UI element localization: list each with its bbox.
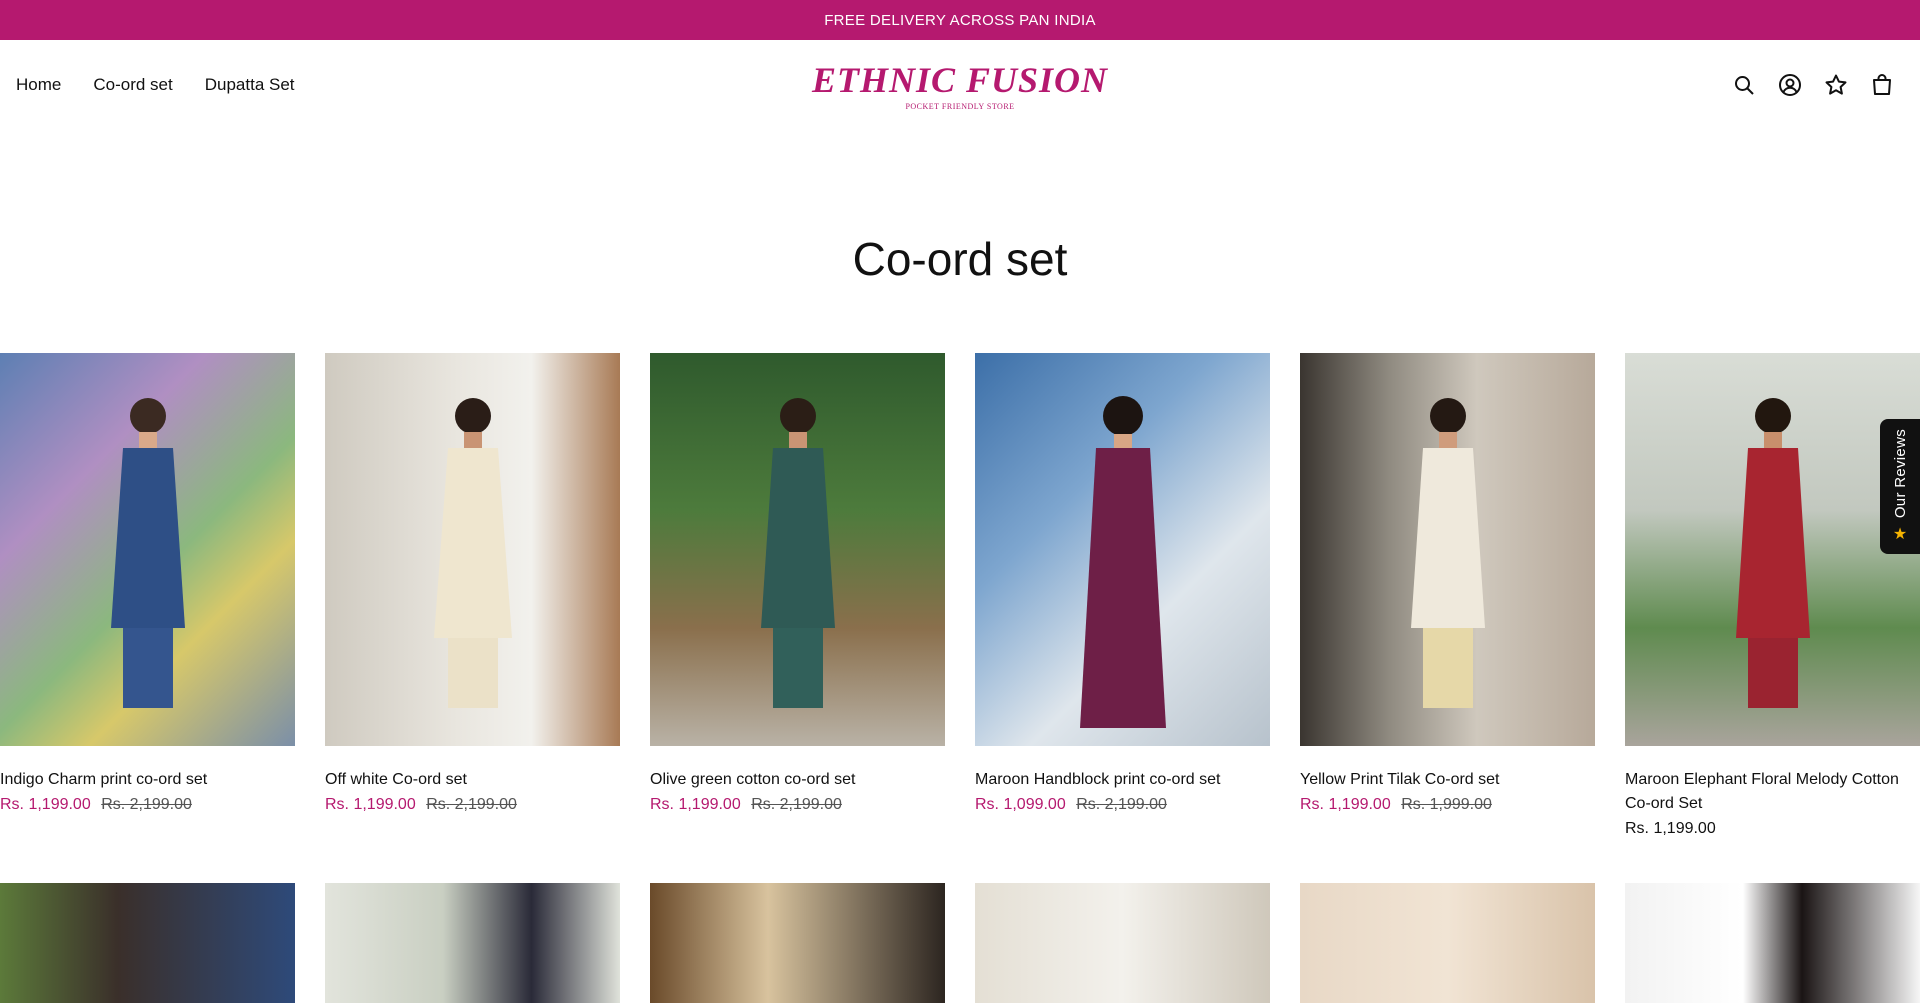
product-title[interactable]: Maroon Handblock print co-ord set	[975, 768, 1270, 792]
product-grid: Indigo Charm print co-ord set Rs. 1,199.…	[0, 353, 1920, 838]
product-card[interactable]: Maroon Handblock print co-ord set Rs. 1,…	[975, 353, 1270, 838]
product-prices: Rs. 1,099.00 Rs. 2,199.00	[975, 796, 1270, 814]
product-image[interactable]	[975, 353, 1270, 746]
reviews-tab[interactable]: Our Reviews ★	[1880, 419, 1920, 554]
compare-price: Rs. 2,199.00	[751, 796, 842, 813]
compare-price: Rs. 1,999.00	[1401, 796, 1492, 813]
site-logo[interactable]: ETHNIC FUSION POCKET FRIENDLY STORE	[812, 62, 1108, 111]
reviews-tab-label: Our Reviews	[1891, 428, 1909, 519]
cart-bag-icon[interactable]	[1870, 73, 1894, 97]
product-prices: Rs. 1,199.00 Rs. 2,199.00	[0, 796, 295, 814]
product-prices: Rs. 1,199.00 Rs. 1,999.00	[1300, 796, 1595, 814]
product-image[interactable]	[325, 883, 620, 1003]
product-card[interactable]: Indigo Charm print co-ord set Rs. 1,199.…	[0, 353, 295, 838]
nav-dupatta-set[interactable]: Dupatta Set	[205, 75, 295, 95]
product-card[interactable]: Off white Co-ord set Rs. 1,199.00 Rs. 2,…	[325, 353, 620, 838]
header-icons	[1732, 40, 1894, 130]
regular-price: Rs. 1,199.00	[1625, 820, 1716, 837]
sale-price: Rs. 1,199.00	[0, 796, 91, 813]
compare-price: Rs. 2,199.00	[1076, 796, 1167, 813]
product-image[interactable]	[650, 353, 945, 746]
product-prices: Rs. 1,199.00 Rs. 2,199.00	[650, 796, 945, 814]
product-image[interactable]	[0, 353, 295, 746]
site-header: Home Co-ord set Dupatta Set ETHNIC FUSIO…	[0, 40, 1920, 130]
product-prices: Rs. 1,199.00	[1625, 820, 1920, 838]
product-title[interactable]: Indigo Charm print co-ord set	[0, 768, 295, 792]
product-image[interactable]	[1300, 883, 1595, 1003]
product-card[interactable]: Yellow Print Tilak Co-ord set Rs. 1,199.…	[1300, 353, 1595, 838]
logo-wordmark: ETHNIC FUSION	[811, 60, 1109, 100]
product-image[interactable]	[1625, 353, 1920, 746]
sale-price: Rs. 1,099.00	[975, 796, 1066, 813]
product-title[interactable]: Yellow Print Tilak Co-ord set	[1300, 768, 1595, 792]
wishlist-star-icon[interactable]	[1824, 73, 1848, 97]
product-title[interactable]: Off white Co-ord set	[325, 768, 620, 792]
nav-home[interactable]: Home	[16, 75, 61, 95]
product-image[interactable]	[325, 353, 620, 746]
sale-price: Rs. 1,199.00	[325, 796, 416, 813]
nav-coord-set[interactable]: Co-ord set	[93, 75, 172, 95]
product-card[interactable]: Maroon Elephant Floral Melody Cotton Co-…	[1625, 353, 1920, 838]
sale-price: Rs. 1,199.00	[650, 796, 741, 813]
product-image[interactable]	[1300, 353, 1595, 746]
search-icon[interactable]	[1732, 73, 1756, 97]
compare-price: Rs. 2,199.00	[426, 796, 517, 813]
sale-price: Rs. 1,199.00	[1300, 796, 1391, 813]
product-prices: Rs. 1,199.00 Rs. 2,199.00	[325, 796, 620, 814]
account-icon[interactable]	[1778, 73, 1802, 97]
main-nav: Home Co-ord set Dupatta Set	[0, 75, 295, 95]
star-icon: ★	[1892, 526, 1908, 544]
product-grid-row-2	[0, 883, 1920, 1003]
product-title[interactable]: Maroon Elephant Floral Melody Cotton Co-…	[1625, 768, 1920, 816]
announcement-bar: FREE DELIVERY ACROSS PAN INDIA	[0, 0, 1920, 40]
product-image[interactable]	[1625, 883, 1920, 1003]
page-title: Co-ord set	[852, 233, 1068, 285]
compare-price: Rs. 2,199.00	[101, 796, 192, 813]
product-image[interactable]	[975, 883, 1270, 1003]
product-card[interactable]: Olive green cotton co-ord set Rs. 1,199.…	[650, 353, 945, 838]
announcement-text: FREE DELIVERY ACROSS PAN INDIA	[824, 11, 1096, 29]
product-image[interactable]	[650, 883, 945, 1003]
logo-tagline: POCKET FRIENDLY STORE	[905, 102, 1015, 111]
product-title[interactable]: Olive green cotton co-ord set	[650, 768, 945, 792]
product-image[interactable]	[0, 883, 295, 1003]
